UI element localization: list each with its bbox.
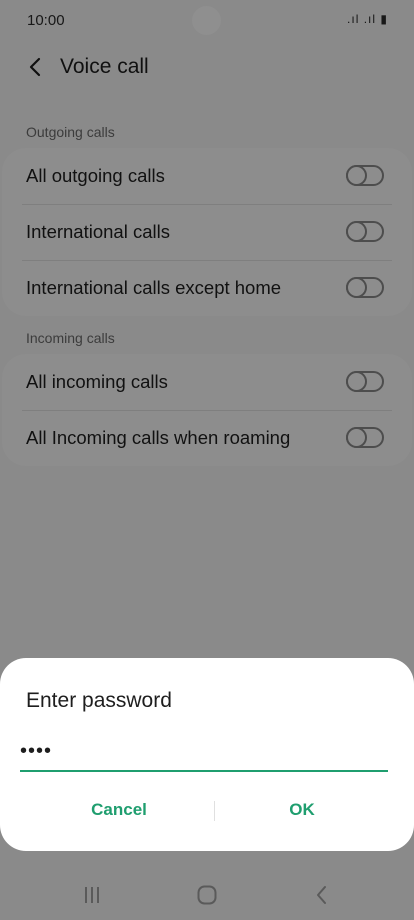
recents-icon <box>85 887 99 903</box>
dialog-title: Enter password <box>26 689 172 712</box>
back-icon <box>317 886 326 904</box>
input-underline <box>20 770 388 772</box>
password-field[interactable]: •••• <box>20 738 388 772</box>
ok-button[interactable]: OK <box>214 800 390 822</box>
cancel-button[interactable]: Cancel <box>20 800 218 822</box>
home-button[interactable] <box>187 882 227 908</box>
home-icon <box>197 885 217 905</box>
navigation-bar <box>0 870 414 920</box>
recents-button[interactable] <box>72 882 112 908</box>
password-value: •••• <box>20 740 53 762</box>
nav-back-button[interactable] <box>302 882 342 908</box>
